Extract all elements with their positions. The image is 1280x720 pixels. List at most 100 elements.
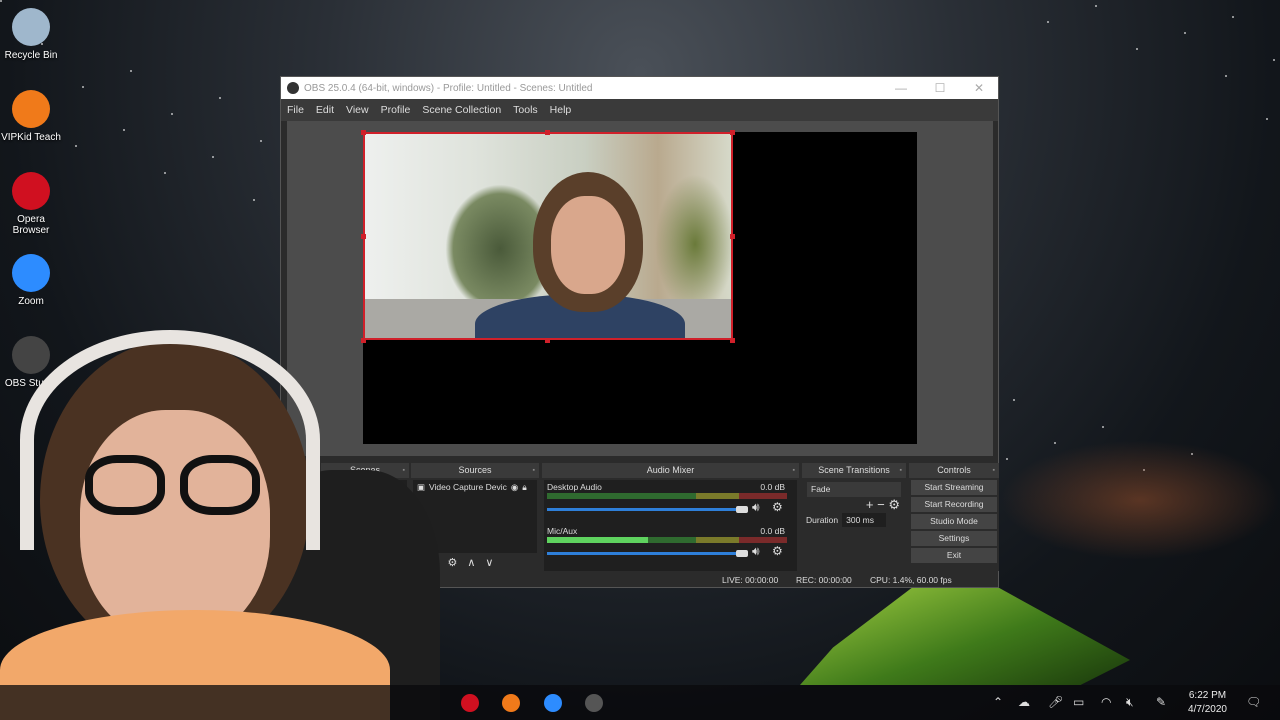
- clock-time: 6:22 PM: [1188, 690, 1227, 701]
- notifications-icon[interactable]: 🗨︎: [1246, 695, 1261, 709]
- volume-muted-icon[interactable]: 🔇︎: [1126, 695, 1134, 710]
- menu-scene-collection[interactable]: Scene Collection: [422, 104, 501, 116]
- taskbar-obs-icon[interactable]: [585, 694, 603, 712]
- menu-edit[interactable]: Edit: [316, 104, 334, 116]
- eye-icon[interactable]: ◉: [511, 482, 518, 493]
- resize-handle[interactable]: [730, 130, 735, 135]
- star: [75, 145, 77, 147]
- star: [1095, 5, 1097, 7]
- remove-transition-button[interactable]: −: [877, 497, 885, 512]
- lock-icon[interactable]: 🔒︎: [522, 482, 527, 493]
- star: [212, 156, 214, 158]
- source-label: Video Capture Devic: [429, 482, 507, 492]
- maximize-button[interactable]: ☐: [920, 77, 960, 99]
- desktop-icon-label: Opera Browser: [12, 214, 50, 236]
- taskbar-vipkid-icon[interactable]: [502, 694, 520, 712]
- menu-tools[interactable]: Tools: [513, 104, 538, 116]
- start-streaming-button[interactable]: Start Streaming: [911, 480, 997, 495]
- show-hidden-icons-chevron-up-icon[interactable]: ⌃: [993, 695, 1003, 709]
- star: [260, 140, 262, 142]
- settings-button[interactable]: Settings: [911, 531, 997, 546]
- desktop-icon-label: Recycle Bin: [4, 50, 58, 61]
- battery-icon[interactable]: ▭: [1073, 695, 1084, 709]
- microphone-icon[interactable]: 🎤︎: [1048, 695, 1063, 709]
- desktop-icon-zoom[interactable]: Zoom: [0, 254, 62, 307]
- star: [1184, 32, 1186, 34]
- controls-dock: Controls Start Streaming Start Recording…: [909, 463, 999, 571]
- volume-slider-handle[interactable]: [736, 506, 748, 513]
- move-up-button[interactable]: ∧: [467, 556, 475, 569]
- onedrive-cloud-icon[interactable]: ☁: [1018, 695, 1030, 709]
- clock-date: 4/7/2020: [1188, 704, 1227, 715]
- menu-profile[interactable]: Profile: [381, 104, 411, 116]
- volume-slider[interactable]: [547, 552, 743, 555]
- audio-mixer-body: Desktop Audio 0.0 dB 🔊︎ ⚙ Mic/Aux 0.0 dB…: [544, 480, 797, 571]
- desktop-icon-label: Zoom: [18, 296, 44, 307]
- scene-transitions-dock: Scene Transitions Fade + − ⚙ Duration 30…: [802, 463, 906, 571]
- pen-icon[interactable]: ✎: [1156, 695, 1166, 709]
- star: [1225, 75, 1227, 77]
- title-bar[interactable]: OBS 25.0.4 (64-bit, windows) - Profile: …: [281, 77, 998, 99]
- resize-handle[interactable]: [545, 130, 550, 135]
- channel-name: Desktop Audio: [547, 482, 602, 492]
- resize-handle[interactable]: [361, 234, 366, 239]
- rec-timer: REC: 00:00:00: [796, 575, 852, 585]
- start-recording-button[interactable]: Start Recording: [911, 497, 997, 512]
- studio-mode-button[interactable]: Studio Mode: [911, 514, 997, 529]
- resize-handle[interactable]: [730, 234, 735, 239]
- transition-gear-icon[interactable]: ⚙: [888, 497, 900, 512]
- resize-handle[interactable]: [730, 338, 735, 343]
- volume-slider[interactable]: [547, 508, 743, 511]
- channel-level: 0.0 dB: [760, 482, 785, 492]
- obs-logo-icon: [287, 82, 299, 94]
- minimize-button[interactable]: —: [881, 77, 921, 99]
- preview-canvas[interactable]: [361, 130, 917, 444]
- channel-level: 0.0 dB: [760, 526, 785, 536]
- gear-icon[interactable]: ⚙: [772, 500, 783, 514]
- menu-file[interactable]: File: [287, 104, 304, 116]
- star: [1047, 21, 1049, 23]
- gear-icon[interactable]: ⚙: [772, 544, 783, 558]
- desktop-icon-recycle-bin[interactable]: Recycle Bin: [0, 8, 62, 61]
- desktop-icon-opera-browser[interactable]: Opera Browser: [0, 172, 62, 236]
- window-title: OBS 25.0.4 (64-bit, windows) - Profile: …: [304, 82, 593, 94]
- taskbar: ⌃ ☁ 🎤︎ ▭ ◠ 🔇︎ ✎ 6:22 PM 4/7/2020 🗨︎: [0, 685, 1280, 720]
- speaker-icon[interactable]: 🔊︎: [752, 544, 760, 559]
- recycle-bin-icon: [12, 8, 50, 46]
- dock-title: Audio Mixer: [542, 463, 799, 478]
- opera-icon: [12, 172, 50, 210]
- desktop-icon-vipkid-teach[interactable]: VIPKid Teach: [0, 90, 62, 143]
- taskbar-zoom-icon[interactable]: [544, 694, 562, 712]
- close-button[interactable]: ✕: [959, 77, 999, 99]
- star: [1232, 16, 1234, 18]
- clock[interactable]: 6:22 PM 4/7/2020: [1180, 689, 1235, 717]
- taskbar-opera-icon[interactable]: [461, 694, 479, 712]
- desktop-icon-label: VIPKid Teach: [1, 132, 61, 143]
- transition-select[interactable]: Fade: [807, 482, 901, 497]
- duration-input[interactable]: 300 ms: [842, 513, 887, 527]
- exit-button[interactable]: Exit: [911, 548, 997, 563]
- audio-mixer-dock: Audio Mixer Desktop Audio 0.0 dB 🔊︎ ⚙ Mi…: [542, 463, 799, 571]
- duration-label: Duration: [806, 515, 839, 525]
- resize-handle[interactable]: [545, 338, 550, 343]
- cpu-stats: CPU: 1.4%, 60.00 fps: [870, 575, 952, 585]
- volume-slider-handle[interactable]: [736, 550, 748, 557]
- resize-handle[interactable]: [361, 130, 366, 135]
- menu-help[interactable]: Help: [550, 104, 572, 116]
- volume-meter: [547, 493, 787, 499]
- source-properties-gear-icon[interactable]: ⚙: [447, 556, 457, 569]
- vipkid-icon: [12, 90, 50, 128]
- menu-bar: File Edit View Profile Scene Collection …: [281, 99, 998, 121]
- move-down-button[interactable]: ∨: [485, 556, 493, 569]
- add-transition-button[interactable]: +: [866, 497, 874, 512]
- speaker-icon[interactable]: 🔊︎: [752, 500, 760, 515]
- menu-view[interactable]: View: [346, 104, 369, 116]
- live-timer: LIVE: 00:00:00: [722, 575, 779, 585]
- horizon-glow: [1000, 440, 1280, 560]
- wifi-icon[interactable]: ◠: [1101, 695, 1111, 709]
- video-capture-source[interactable]: [363, 132, 733, 340]
- dock-title: Controls: [909, 463, 999, 478]
- dock-title: Scene Transitions: [802, 463, 906, 478]
- channel-name: Mic/Aux: [547, 526, 578, 536]
- star: [1273, 59, 1275, 61]
